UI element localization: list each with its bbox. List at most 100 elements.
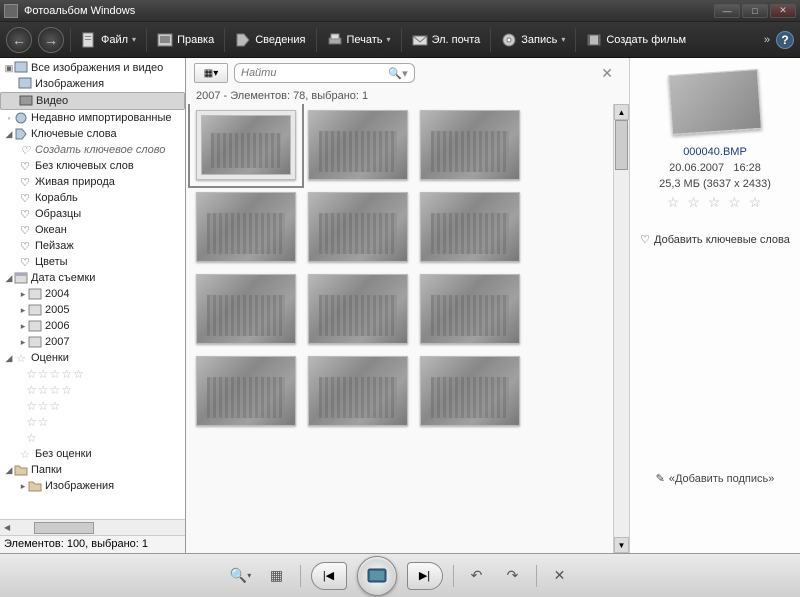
panel-close-icon[interactable]: ✕ [593, 61, 621, 86]
slideshow-button[interactable] [357, 556, 397, 596]
pencil-icon: ✎ [656, 472, 665, 485]
prev-button[interactable]: |◀ [311, 562, 347, 590]
search-box[interactable]: 🔍▾ [234, 63, 415, 83]
tree-rating-5[interactable]: ☆☆☆☆☆ [0, 366, 185, 382]
thumbnail[interactable] [196, 356, 296, 426]
close-button[interactable]: ✕ [770, 4, 796, 18]
disc-icon [501, 32, 517, 48]
tree-all[interactable]: ▣Все изображения и видео [0, 60, 185, 76]
search-input[interactable] [241, 67, 388, 79]
content-area: ▣Все изображения и видео Изображения Вид… [0, 58, 800, 553]
titlebar: Фотоальбом Windows — □ ✕ [0, 0, 800, 22]
main-vscroll[interactable]: ▲ ▼ [613, 104, 629, 553]
scroll-up-icon[interactable]: ▲ [614, 104, 629, 120]
tree-no-tags[interactable]: ♡Без ключевых слов [0, 158, 185, 174]
tree-recent[interactable]: ◦Недавно импортированные [0, 110, 185, 126]
tree-folders[interactable]: ◢Папки [0, 462, 185, 478]
thumbnail[interactable] [420, 110, 520, 180]
tree-tags[interactable]: ◢Ключевые слова [0, 126, 185, 142]
info-rating[interactable]: ☆ ☆ ☆ ☆ ☆ [667, 194, 763, 211]
tree-2006[interactable]: ▸2006 [0, 318, 185, 334]
tree-create-tag[interactable]: ♡Создать ключевое слово [0, 142, 185, 158]
minimize-button[interactable]: — [714, 4, 740, 18]
view-mode-button[interactable]: ▦▾ [194, 63, 228, 83]
delete-button[interactable]: ✕ [547, 565, 573, 587]
tree-ship[interactable]: ♡Корабль [0, 190, 185, 206]
main-panel: ▦▾ 🔍▾ ✕ 2007 - Элементов: 78, выбрано: 1 [186, 58, 630, 553]
tree-folder-images[interactable]: ▸Изображения [0, 478, 185, 494]
info-panel: 000040.BMP 20.06.2007 16:28 25,3 МБ (363… [630, 58, 800, 553]
tree-no-rating[interactable]: ☆Без оценки [0, 446, 185, 462]
tree-flowers[interactable]: ♡Цветы [0, 254, 185, 270]
edit-icon [157, 32, 173, 48]
print-menu[interactable]: Печать▾ [323, 30, 395, 50]
tree-ocean[interactable]: ♡Океан [0, 222, 185, 238]
tree-images[interactable]: Изображения [0, 76, 185, 92]
tree-landscape[interactable]: ♡Пейзаж [0, 238, 185, 254]
thumbnail[interactable] [196, 192, 296, 262]
rotate-ccw-button[interactable]: ↶ [464, 565, 490, 587]
nav-tree: ▣Все изображения и видео Изображения Вид… [0, 58, 185, 519]
tree-rating-2[interactable]: ☆☆ [0, 414, 185, 430]
file-icon [81, 32, 97, 48]
movie-menu[interactable]: Создать фильм [582, 30, 690, 50]
thumbnail[interactable] [308, 110, 408, 180]
edit-menu[interactable]: Правка [153, 30, 218, 50]
file-menu[interactable]: Файл▾ [77, 30, 140, 50]
thumbnail[interactable] [196, 110, 296, 180]
thumbnail[interactable] [420, 356, 520, 426]
tag-icon [235, 32, 251, 48]
tree-rating-4[interactable]: ☆☆☆☆ [0, 382, 185, 398]
sidebar-hscroll[interactable]: ◀ [0, 519, 185, 535]
maximize-button[interactable]: □ [742, 4, 768, 18]
tree-ratings[interactable]: ◢☆Оценки [0, 350, 185, 366]
email-icon [412, 32, 428, 48]
window-title: Фотоальбом Windows [24, 5, 135, 17]
nav-forward-button[interactable]: → [38, 27, 64, 53]
next-button[interactable]: ▶| [407, 562, 443, 590]
search-bar: ▦▾ 🔍▾ ✕ [186, 58, 629, 88]
rotate-cw-button[interactable]: ↷ [500, 565, 526, 587]
control-bar: 🔍▾ ▦ |◀ ▶| ↶ ↷ ✕ [0, 553, 800, 597]
preview-thumbnail[interactable] [668, 69, 762, 135]
thumbnails-view-button[interactable]: ▦ [264, 565, 290, 587]
info-size: 25,3 МБ (3637 x 2433) [659, 178, 771, 190]
help-icon[interactable]: ? [776, 31, 794, 49]
burn-menu[interactable]: Запись▾ [497, 30, 569, 50]
info-filename[interactable]: 000040.BMP [683, 146, 747, 158]
tree-samples[interactable]: ♡Образцы [0, 206, 185, 222]
print-icon [327, 32, 343, 48]
zoom-button[interactable]: 🔍▾ [228, 565, 254, 587]
tree-video[interactable]: Видео [0, 92, 185, 110]
group-header: 2007 - Элементов: 78, выбрано: 1 [186, 88, 629, 104]
thumbnail[interactable] [420, 192, 520, 262]
nav-back-button[interactable]: ← [6, 27, 32, 53]
tree-rating-1[interactable]: ☆ [0, 430, 185, 446]
thumbnail-grid [186, 104, 613, 553]
thumbnail[interactable] [420, 274, 520, 344]
add-caption-link[interactable]: ✎«Добавить подпись» [656, 472, 775, 485]
email-menu[interactable]: Эл. почта [408, 30, 485, 50]
thumbnail[interactable] [196, 274, 296, 344]
tree-2007[interactable]: ▸2007 [0, 334, 185, 350]
tree-2004[interactable]: ▸2004 [0, 286, 185, 302]
sidebar-status: Элементов: 100, выбрано: 1 [0, 535, 185, 553]
tree-rating-3[interactable]: ☆☆☆ [0, 398, 185, 414]
tree-2005[interactable]: ▸2005 [0, 302, 185, 318]
search-icon[interactable]: 🔍▾ [388, 67, 407, 80]
toolbar: ← → Файл▾ Правка Сведения Печать▾ Эл. по… [0, 22, 800, 58]
tag-icon: ♡ [640, 233, 650, 246]
info-menu[interactable]: Сведения [231, 30, 309, 50]
toolbar-overflow[interactable]: » [764, 34, 770, 46]
tree-nature[interactable]: ♡Живая природа [0, 174, 185, 190]
scroll-down-icon[interactable]: ▼ [614, 537, 629, 553]
tree-date[interactable]: ◢Дата съемки [0, 270, 185, 286]
film-icon [586, 32, 602, 48]
app-icon [4, 4, 18, 18]
thumbnail[interactable] [308, 274, 408, 344]
sidebar: ▣Все изображения и видео Изображения Вид… [0, 58, 186, 553]
thumbnail[interactable] [308, 192, 408, 262]
thumbnail[interactable] [308, 356, 408, 426]
info-datetime: 20.06.2007 16:28 [669, 162, 761, 174]
add-tags-link[interactable]: ♡Добавить ключевые слова [640, 233, 790, 246]
